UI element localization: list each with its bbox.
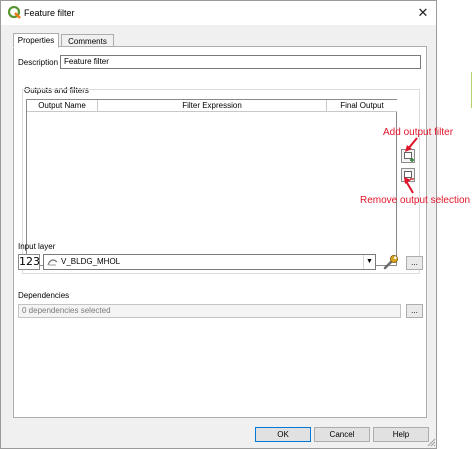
background-edge — [465, 0, 474, 449]
description-input[interactable]: Feature filter — [60, 55, 421, 69]
help-button[interactable]: Help — [373, 427, 429, 442]
dropdown-arrow-icon[interactable]: ▼ — [363, 255, 375, 269]
title-bar: Feature filter ✕ — [1, 1, 436, 25]
input-layer-label: Input layer — [18, 242, 56, 251]
description-label: Description — [18, 58, 59, 67]
feature-filter-dialog: Feature filter ✕ Properties Comments Des… — [0, 0, 437, 449]
cancel-button[interactable]: Cancel — [314, 427, 370, 442]
annotation-remove-output-selection: Remove output selection — [360, 195, 471, 206]
numeric-type-badge: 123 — [18, 254, 40, 270]
resize-grip-icon[interactable] — [427, 438, 436, 447]
qgis-logo-icon — [8, 6, 21, 19]
ok-button[interactable]: OK — [255, 427, 311, 442]
annotation-arrow-up-icon — [405, 137, 418, 152]
background-mark — [471, 72, 472, 108]
input-layer-value: V_BLDG_MHOL — [61, 257, 121, 266]
dependencies-label: Dependencies — [18, 291, 70, 300]
input-layer-combobox[interactable]: V_BLDG_MHOL ▼ — [43, 254, 376, 270]
wrench-icon[interactable] — [382, 254, 400, 270]
input-layer-browse-button[interactable]: ... — [406, 256, 423, 270]
column-header-output-name[interactable]: Output Name — [27, 100, 98, 112]
close-button[interactable]: ✕ — [414, 4, 432, 22]
window-title: Feature filter — [24, 8, 75, 18]
output-filters-table[interactable]: Output Name Filter Expression Final Outp… — [26, 99, 397, 266]
dependencies-browse-button[interactable]: ... — [406, 304, 423, 318]
column-header-final-output[interactable]: Final Output — [327, 100, 397, 112]
line-layer-icon — [47, 259, 58, 266]
annotation-arrow-down-icon — [404, 177, 414, 194]
dependencies-field[interactable]: 0 dependencies selected — [18, 304, 401, 318]
tab-properties[interactable]: Properties — [13, 33, 59, 48]
column-header-filter-expression[interactable]: Filter Expression — [98, 100, 327, 112]
close-icon: ✕ — [417, 5, 429, 20]
properties-panel: Description Feature filter Outputs and f… — [13, 46, 427, 418]
